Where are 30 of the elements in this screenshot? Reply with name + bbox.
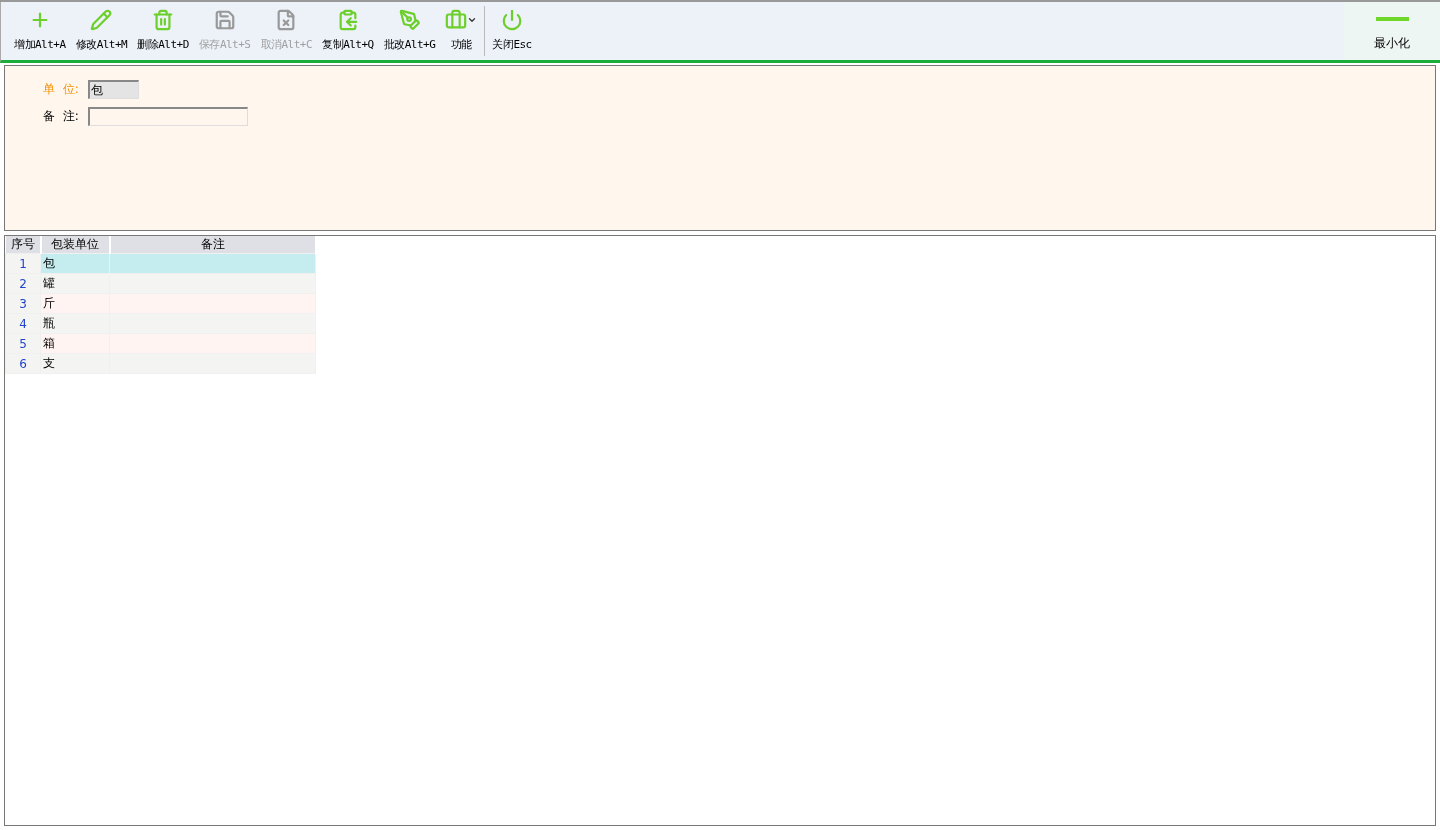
row-number: 1 [5, 253, 41, 274]
trash-icon [152, 9, 175, 31]
toolbar-button[interactable]: 增加Alt+A [9, 2, 71, 60]
toolbar-button[interactable]: 批改Alt+G [378, 2, 441, 60]
toolbar-button[interactable]: 复制Alt+Q [317, 2, 379, 60]
input-field[interactable]: 包 [88, 80, 139, 99]
column-header: 包装单位 [40, 236, 110, 254]
field-label: 单 位: [43, 81, 80, 98]
row-number: 2 [5, 273, 41, 294]
toolbar-button[interactable]: 功能 [440, 2, 483, 60]
row-number: 4 [5, 313, 41, 334]
minimize-icon [1375, 17, 1409, 21]
pencil-icon [90, 9, 113, 31]
toolbar-button[interactable]: 关闭Esc [487, 2, 537, 60]
row-number: 6 [5, 353, 41, 374]
input-field[interactable] [88, 107, 248, 126]
toolbar-button[interactable]: 修改Alt+M [70, 2, 133, 60]
pen-icon [398, 9, 421, 31]
field-label: 备 注: [43, 108, 80, 125]
table-cell: 包 [40, 253, 110, 274]
briefcase-icon [445, 9, 468, 31]
row-number: 5 [5, 333, 41, 354]
column-header: 序号 [5, 236, 41, 254]
power-icon [501, 9, 524, 31]
save-icon [213, 9, 236, 31]
column-header: 备注 [109, 236, 316, 254]
toolbar-button[interactable]: 删除Alt+D [132, 2, 194, 60]
minimize-button[interactable]: 最小化 [1344, 2, 1440, 60]
row-number: 3 [5, 293, 41, 314]
caret-icon [467, 15, 478, 25]
